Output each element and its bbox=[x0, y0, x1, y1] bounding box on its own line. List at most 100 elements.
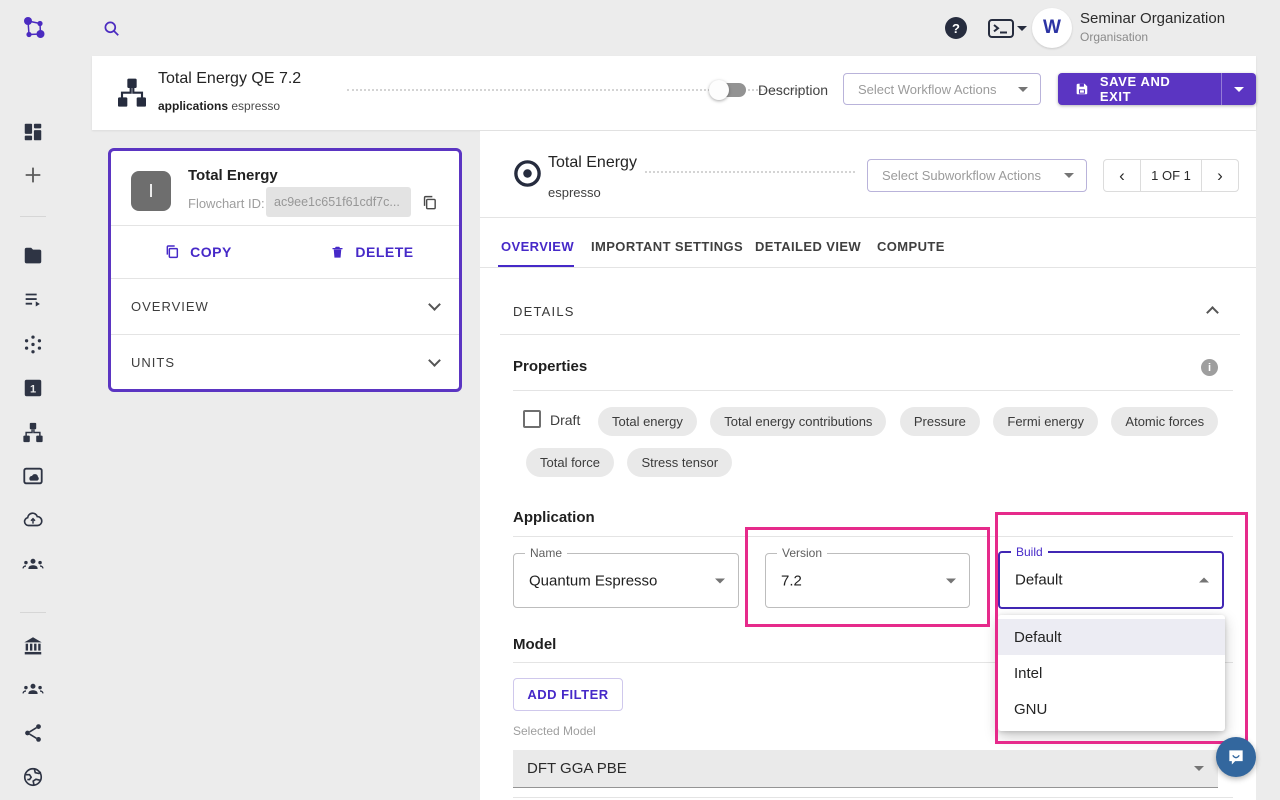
organization-icon[interactable] bbox=[22, 635, 44, 657]
help-icon[interactable]: ? bbox=[945, 17, 967, 39]
copy-id-icon[interactable] bbox=[421, 194, 438, 212]
jobs-icon[interactable] bbox=[22, 289, 44, 311]
save-and-exit-button[interactable]: SAVE AND EXIT bbox=[1058, 73, 1222, 105]
property-chips-row1: Total energy Total energy contributions … bbox=[598, 407, 1227, 436]
chevron-down-icon bbox=[1064, 173, 1074, 178]
cloud-upload-icon[interactable] bbox=[22, 509, 44, 531]
account-info[interactable]: Seminar Organization Organisation bbox=[1080, 10, 1225, 44]
description-toggle[interactable] bbox=[712, 83, 746, 97]
save-dropdown-button[interactable] bbox=[1222, 73, 1256, 105]
details-section-label: DETAILS bbox=[513, 304, 575, 319]
workflow-actions-select[interactable]: Select Workflow Actions bbox=[843, 73, 1041, 105]
app-logo-icon[interactable] bbox=[20, 14, 48, 42]
materials-icon[interactable] bbox=[22, 333, 44, 355]
globe-icon[interactable] bbox=[22, 766, 44, 788]
tab-overview[interactable]: OVERVIEW bbox=[501, 239, 574, 254]
trash-icon bbox=[330, 244, 345, 260]
copy-button[interactable]: COPY bbox=[111, 226, 285, 278]
property-chip[interactable]: Total force bbox=[526, 448, 614, 477]
property-chip[interactable]: Stress tensor bbox=[627, 448, 732, 477]
tab-detailed-view[interactable]: DETAILED VIEW bbox=[755, 239, 861, 254]
avatar[interactable]: W bbox=[1032, 8, 1072, 48]
chevron-down-icon bbox=[1234, 87, 1244, 92]
tab-compute[interactable]: COMPUTE bbox=[877, 239, 945, 254]
selected-model-select[interactable]: DFT GGA PBE bbox=[513, 750, 1218, 788]
subworkflow-actions-select[interactable]: Select Subworkflow Actions bbox=[867, 159, 1087, 192]
version-select[interactable]: Version 7.2 bbox=[765, 553, 970, 608]
name-select[interactable]: Name Quantum Espresso bbox=[513, 553, 739, 608]
divider bbox=[500, 334, 1240, 335]
copy-button-label: COPY bbox=[190, 244, 232, 260]
version-select-value: 7.2 bbox=[781, 572, 802, 589]
users-icon[interactable] bbox=[22, 678, 44, 700]
account-name: Seminar Organization bbox=[1080, 10, 1225, 27]
draft-checkbox[interactable] bbox=[523, 410, 541, 428]
description-toggle-label: Description bbox=[758, 82, 828, 98]
console-caret-icon[interactable] bbox=[1017, 26, 1027, 31]
flowchart-id-label: Flowchart ID: bbox=[188, 196, 265, 211]
accordion-overview-label: OVERVIEW bbox=[131, 299, 209, 314]
icon-sidebar: 1 bbox=[0, 56, 66, 800]
delete-button[interactable]: DELETE bbox=[285, 226, 459, 278]
pagination-label: 1 OF 1 bbox=[1141, 159, 1201, 192]
pagination-prev-button[interactable]: ‹ bbox=[1103, 159, 1141, 192]
workflow-category: applications bbox=[158, 99, 228, 113]
name-select-label: Name bbox=[525, 546, 567, 560]
folder-icon[interactable] bbox=[22, 245, 44, 267]
console-icon[interactable] bbox=[988, 19, 1014, 38]
unit-actions-row: COPY DELETE bbox=[111, 226, 459, 278]
accordion-units[interactable]: UNITS bbox=[111, 335, 459, 389]
property-chip[interactable]: Atomic forces bbox=[1111, 407, 1218, 436]
chevron-up-icon bbox=[1199, 578, 1209, 583]
unit-badge[interactable]: I bbox=[131, 171, 171, 211]
menu-option-gnu[interactable]: GNU bbox=[998, 691, 1225, 727]
copy-icon bbox=[164, 244, 180, 260]
selected-model-value: DFT GGA PBE bbox=[527, 760, 627, 777]
build-options-menu: Default Intel GNU bbox=[998, 615, 1225, 731]
chat-bubble-icon bbox=[1226, 747, 1246, 767]
accordion-units-label: UNITS bbox=[131, 355, 175, 370]
tab-important-settings[interactable]: IMPORTANT SETTINGS bbox=[591, 239, 743, 254]
subworkflow-icon bbox=[512, 158, 543, 189]
chevron-down-icon bbox=[1018, 87, 1028, 92]
accordion-overview[interactable]: OVERVIEW bbox=[111, 279, 459, 334]
svg-text:1: 1 bbox=[30, 383, 36, 395]
chevron-down-icon bbox=[715, 578, 725, 583]
draft-checkbox-label: Draft bbox=[550, 412, 580, 428]
save-button-label: SAVE AND EXIT bbox=[1100, 74, 1205, 104]
sidebar-divider bbox=[20, 612, 46, 613]
add-icon[interactable] bbox=[22, 164, 44, 186]
workflows-icon[interactable] bbox=[22, 421, 44, 443]
app-window: ? W Seminar Organization Organisation bbox=[0, 0, 1280, 800]
info-icon[interactable]: i bbox=[1201, 359, 1218, 376]
divider bbox=[513, 536, 1233, 537]
property-chip[interactable]: Pressure bbox=[900, 407, 980, 436]
build-select[interactable]: Build Default bbox=[998, 551, 1224, 609]
dashboard-icon[interactable] bbox=[22, 121, 44, 143]
cloud-storage-icon[interactable] bbox=[22, 465, 44, 487]
pagination-next-button[interactable]: › bbox=[1201, 159, 1239, 192]
chat-button[interactable] bbox=[1216, 737, 1256, 777]
property-chip[interactable]: Total energy contributions bbox=[710, 407, 886, 436]
divider bbox=[513, 390, 1233, 391]
workflow-subtitle: applications espresso bbox=[158, 99, 280, 113]
workflow-application: espresso bbox=[231, 99, 280, 113]
workflow-title: Total Energy QE 7.2 bbox=[158, 70, 301, 88]
save-icon bbox=[1074, 81, 1090, 97]
build-select-value: Default bbox=[1015, 572, 1063, 589]
divider bbox=[513, 797, 1233, 798]
menu-option-default[interactable]: Default bbox=[998, 619, 1225, 655]
subworkflow-application: espresso bbox=[548, 185, 601, 200]
menu-option-intel[interactable]: Intel bbox=[998, 655, 1225, 691]
chevron-down-icon bbox=[428, 298, 441, 311]
property-chip[interactable]: Total energy bbox=[598, 407, 697, 436]
share-icon[interactable] bbox=[22, 722, 44, 744]
topbar: ? W Seminar Organization Organisation bbox=[0, 0, 1280, 56]
property-chip[interactable]: Fermi energy bbox=[993, 407, 1098, 436]
bank-card-icon[interactable]: 1 bbox=[22, 377, 44, 399]
team-icon[interactable] bbox=[22, 553, 44, 575]
search-icon[interactable] bbox=[102, 19, 121, 38]
flowchart-id-input[interactable] bbox=[266, 187, 411, 217]
name-select-value: Quantum Espresso bbox=[529, 572, 657, 589]
add-filter-button[interactable]: ADD FILTER bbox=[513, 678, 623, 711]
